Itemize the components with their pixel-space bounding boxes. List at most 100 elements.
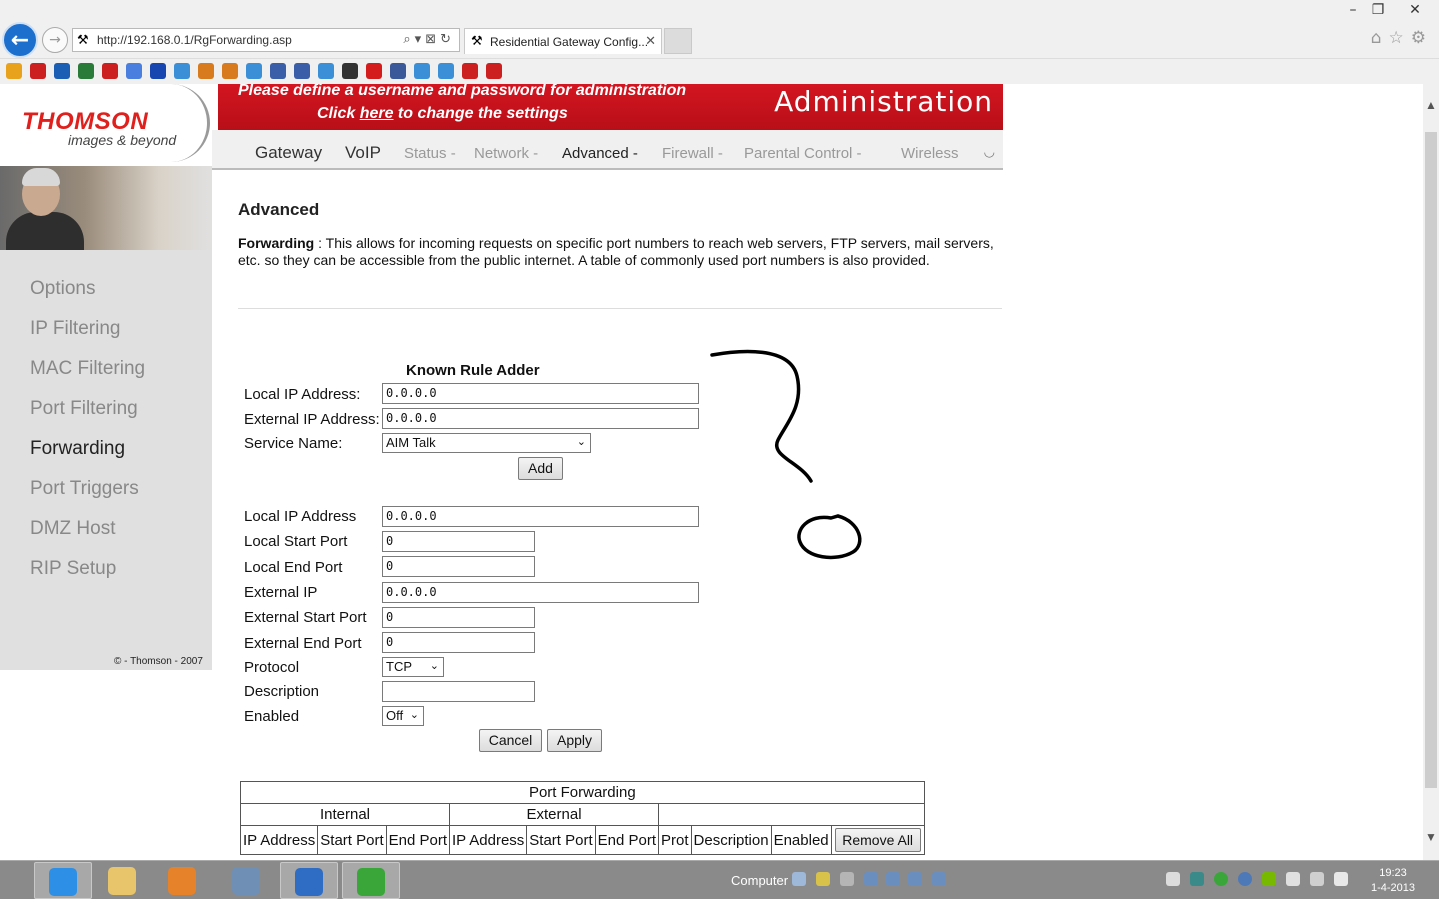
folder-icon[interactable]	[908, 872, 922, 886]
main-nav: Gateway VoIP Status - Network - Advanced…	[212, 130, 1003, 170]
external-start-port-label: External Start Port	[244, 609, 367, 626]
add-button[interactable]: Add	[518, 457, 563, 480]
google-icon[interactable]	[126, 63, 142, 79]
bookmark-icon[interactable]	[198, 63, 214, 79]
page-scrollbar[interactable]: ▲ ▼	[1423, 84, 1439, 860]
external-end-port-input[interactable]: 0	[382, 632, 535, 653]
bookmark-icon[interactable]	[222, 63, 238, 79]
folder-icon[interactable]	[886, 872, 900, 886]
cancel-button[interactable]: Cancel	[479, 729, 542, 752]
tray-nvidia-icon[interactable]	[1262, 872, 1276, 886]
tab-close-icon[interactable]: ✕	[645, 33, 656, 49]
new-tab-button[interactable]	[664, 28, 692, 54]
scrollbar-thumb[interactable]	[1425, 132, 1437, 788]
nav-parental-control[interactable]: Parental Control -	[744, 145, 862, 162]
youtube-icon[interactable]	[462, 63, 478, 79]
star-icon[interactable]: ☆	[1389, 28, 1411, 48]
globe-icon[interactable]	[78, 63, 94, 79]
network-drive-icon[interactable]	[792, 872, 806, 886]
nav-gateway[interactable]: Gateway	[255, 143, 322, 163]
banner-here-link[interactable]: here	[360, 105, 394, 122]
local-start-port-input[interactable]: 0	[382, 531, 535, 552]
ie-page-icon[interactable]	[174, 63, 190, 79]
enabled-select[interactable]: Off ⌄	[382, 706, 424, 726]
vodafone-icon[interactable]	[366, 63, 382, 79]
tray-music-icon[interactable]	[1190, 872, 1204, 886]
sidebar-item-rip-setup[interactable]: RIP Setup	[30, 558, 116, 580]
local-end-port-input[interactable]: 0	[382, 556, 535, 577]
tray-monitor-icon[interactable]	[1310, 872, 1324, 886]
kra-local-ip-input[interactable]: 0.0.0.0	[382, 383, 699, 404]
admin-banner: Please define a username and password fo…	[218, 84, 1003, 130]
tab-residential-gateway[interactable]: ⚒ Residential Gateway Config... ✕	[464, 28, 662, 54]
tray-network-icon[interactable]	[1238, 872, 1252, 886]
sidebar-item-options[interactable]: Options	[30, 278, 95, 300]
outlook-taskbar-button[interactable]	[280, 862, 338, 899]
address-bar[interactable]: ⚒ http://192.168.0.1/RgForwarding.asp ⌕▾…	[72, 28, 460, 52]
add-favorite-icon[interactable]	[6, 63, 22, 79]
nav-advanced[interactable]: Advanced -	[562, 145, 638, 162]
address-url[interactable]: http://192.168.0.1/RgForwarding.asp	[97, 33, 292, 47]
tray-utorrent-icon[interactable]	[1214, 872, 1228, 886]
sidebar-item-port-triggers[interactable]: Port Triggers	[30, 478, 139, 500]
ie-page-icon[interactable]	[318, 63, 334, 79]
ie-page-icon[interactable]	[414, 63, 430, 79]
kra-service-select[interactable]: AIM Talk ⌄	[382, 433, 591, 453]
home-icon[interactable]: ⌂	[1371, 28, 1389, 48]
media-player-taskbar-button[interactable]	[154, 862, 212, 899]
local-ip-input[interactable]: 0.0.0.0	[382, 506, 699, 527]
youtube-icon[interactable]	[102, 63, 118, 79]
nav-network[interactable]: Network -	[474, 145, 538, 162]
youtube-icon[interactable]	[30, 63, 46, 79]
utorrent-taskbar-button[interactable]	[342, 862, 400, 899]
ie-page-icon[interactable]	[438, 63, 454, 79]
taskbar: Computer 19:23 1-4-2013	[0, 860, 1439, 899]
scroll-down-icon[interactable]: ▼	[1425, 830, 1437, 844]
file-explorer-taskbar-button[interactable]	[94, 862, 152, 899]
nav-wireless[interactable]: Wireless	[901, 145, 959, 162]
nav-status[interactable]: Status -	[404, 145, 456, 162]
description-input[interactable]	[382, 681, 535, 702]
owl-icon[interactable]	[342, 63, 358, 79]
tray-volume-icon[interactable]	[1334, 872, 1348, 886]
protocol-select[interactable]: TCP ⌄	[382, 657, 444, 677]
kra-external-ip-input[interactable]: 0.0.0.0	[382, 408, 699, 429]
sidebar-item-dmz-host[interactable]: DMZ Host	[30, 518, 116, 540]
facebook-icon[interactable]	[390, 63, 406, 79]
folder-icon[interactable]	[932, 872, 946, 886]
sidebar-item-forwarding[interactable]: Forwarding	[30, 438, 125, 460]
external-ip-input[interactable]: 0.0.0.0	[382, 582, 699, 603]
internet-explorer-taskbar-button[interactable]	[34, 862, 92, 899]
back-button[interactable]: ←	[2, 22, 38, 58]
printer-icon[interactable]	[840, 872, 854, 886]
sidebar-item-mac-filtering[interactable]: MAC Filtering	[30, 358, 145, 380]
sidebar-item-port-filtering[interactable]: Port Filtering	[30, 398, 138, 420]
address-controls[interactable]: ⌕▾⊠↻	[403, 32, 455, 47]
youtube-icon[interactable]	[486, 63, 502, 79]
apply-button[interactable]: Apply	[547, 729, 602, 752]
page-title: Advanced	[238, 200, 320, 219]
tray-flag-icon[interactable]	[1286, 872, 1300, 886]
external-start-port-input[interactable]: 0	[382, 607, 535, 628]
sidebar-item-ip-filtering[interactable]: IP Filtering	[30, 318, 120, 340]
link-icon[interactable]	[270, 63, 286, 79]
nav-voip[interactable]: VoIP	[345, 143, 381, 163]
folder-icon[interactable]	[864, 872, 878, 886]
system-clock[interactable]: 19:23 1-4-2013	[1368, 866, 1418, 896]
scroll-up-icon[interactable]: ▲	[1425, 98, 1437, 112]
nav-firewall[interactable]: Firewall -	[662, 145, 723, 162]
help-icon[interactable]	[150, 63, 166, 79]
gear-icon[interactable]: ⚙	[1411, 28, 1433, 48]
computer-toolbar-label[interactable]: Computer	[731, 873, 788, 888]
forward-button[interactable]: →	[42, 27, 68, 53]
tray-window-icon[interactable]	[1166, 872, 1180, 886]
question-mark-stroke	[710, 349, 813, 483]
ie-page-icon[interactable]	[246, 63, 262, 79]
restore-icon[interactable]: ❐	[1363, 0, 1393, 20]
drive-icon[interactable]	[816, 872, 830, 886]
calculator-taskbar-button[interactable]	[218, 862, 276, 899]
close-icon[interactable]: ✕	[1400, 0, 1430, 20]
app-icon[interactable]	[54, 63, 70, 79]
link-icon[interactable]	[294, 63, 310, 79]
remove-all-button[interactable]: Remove All	[834, 828, 921, 852]
